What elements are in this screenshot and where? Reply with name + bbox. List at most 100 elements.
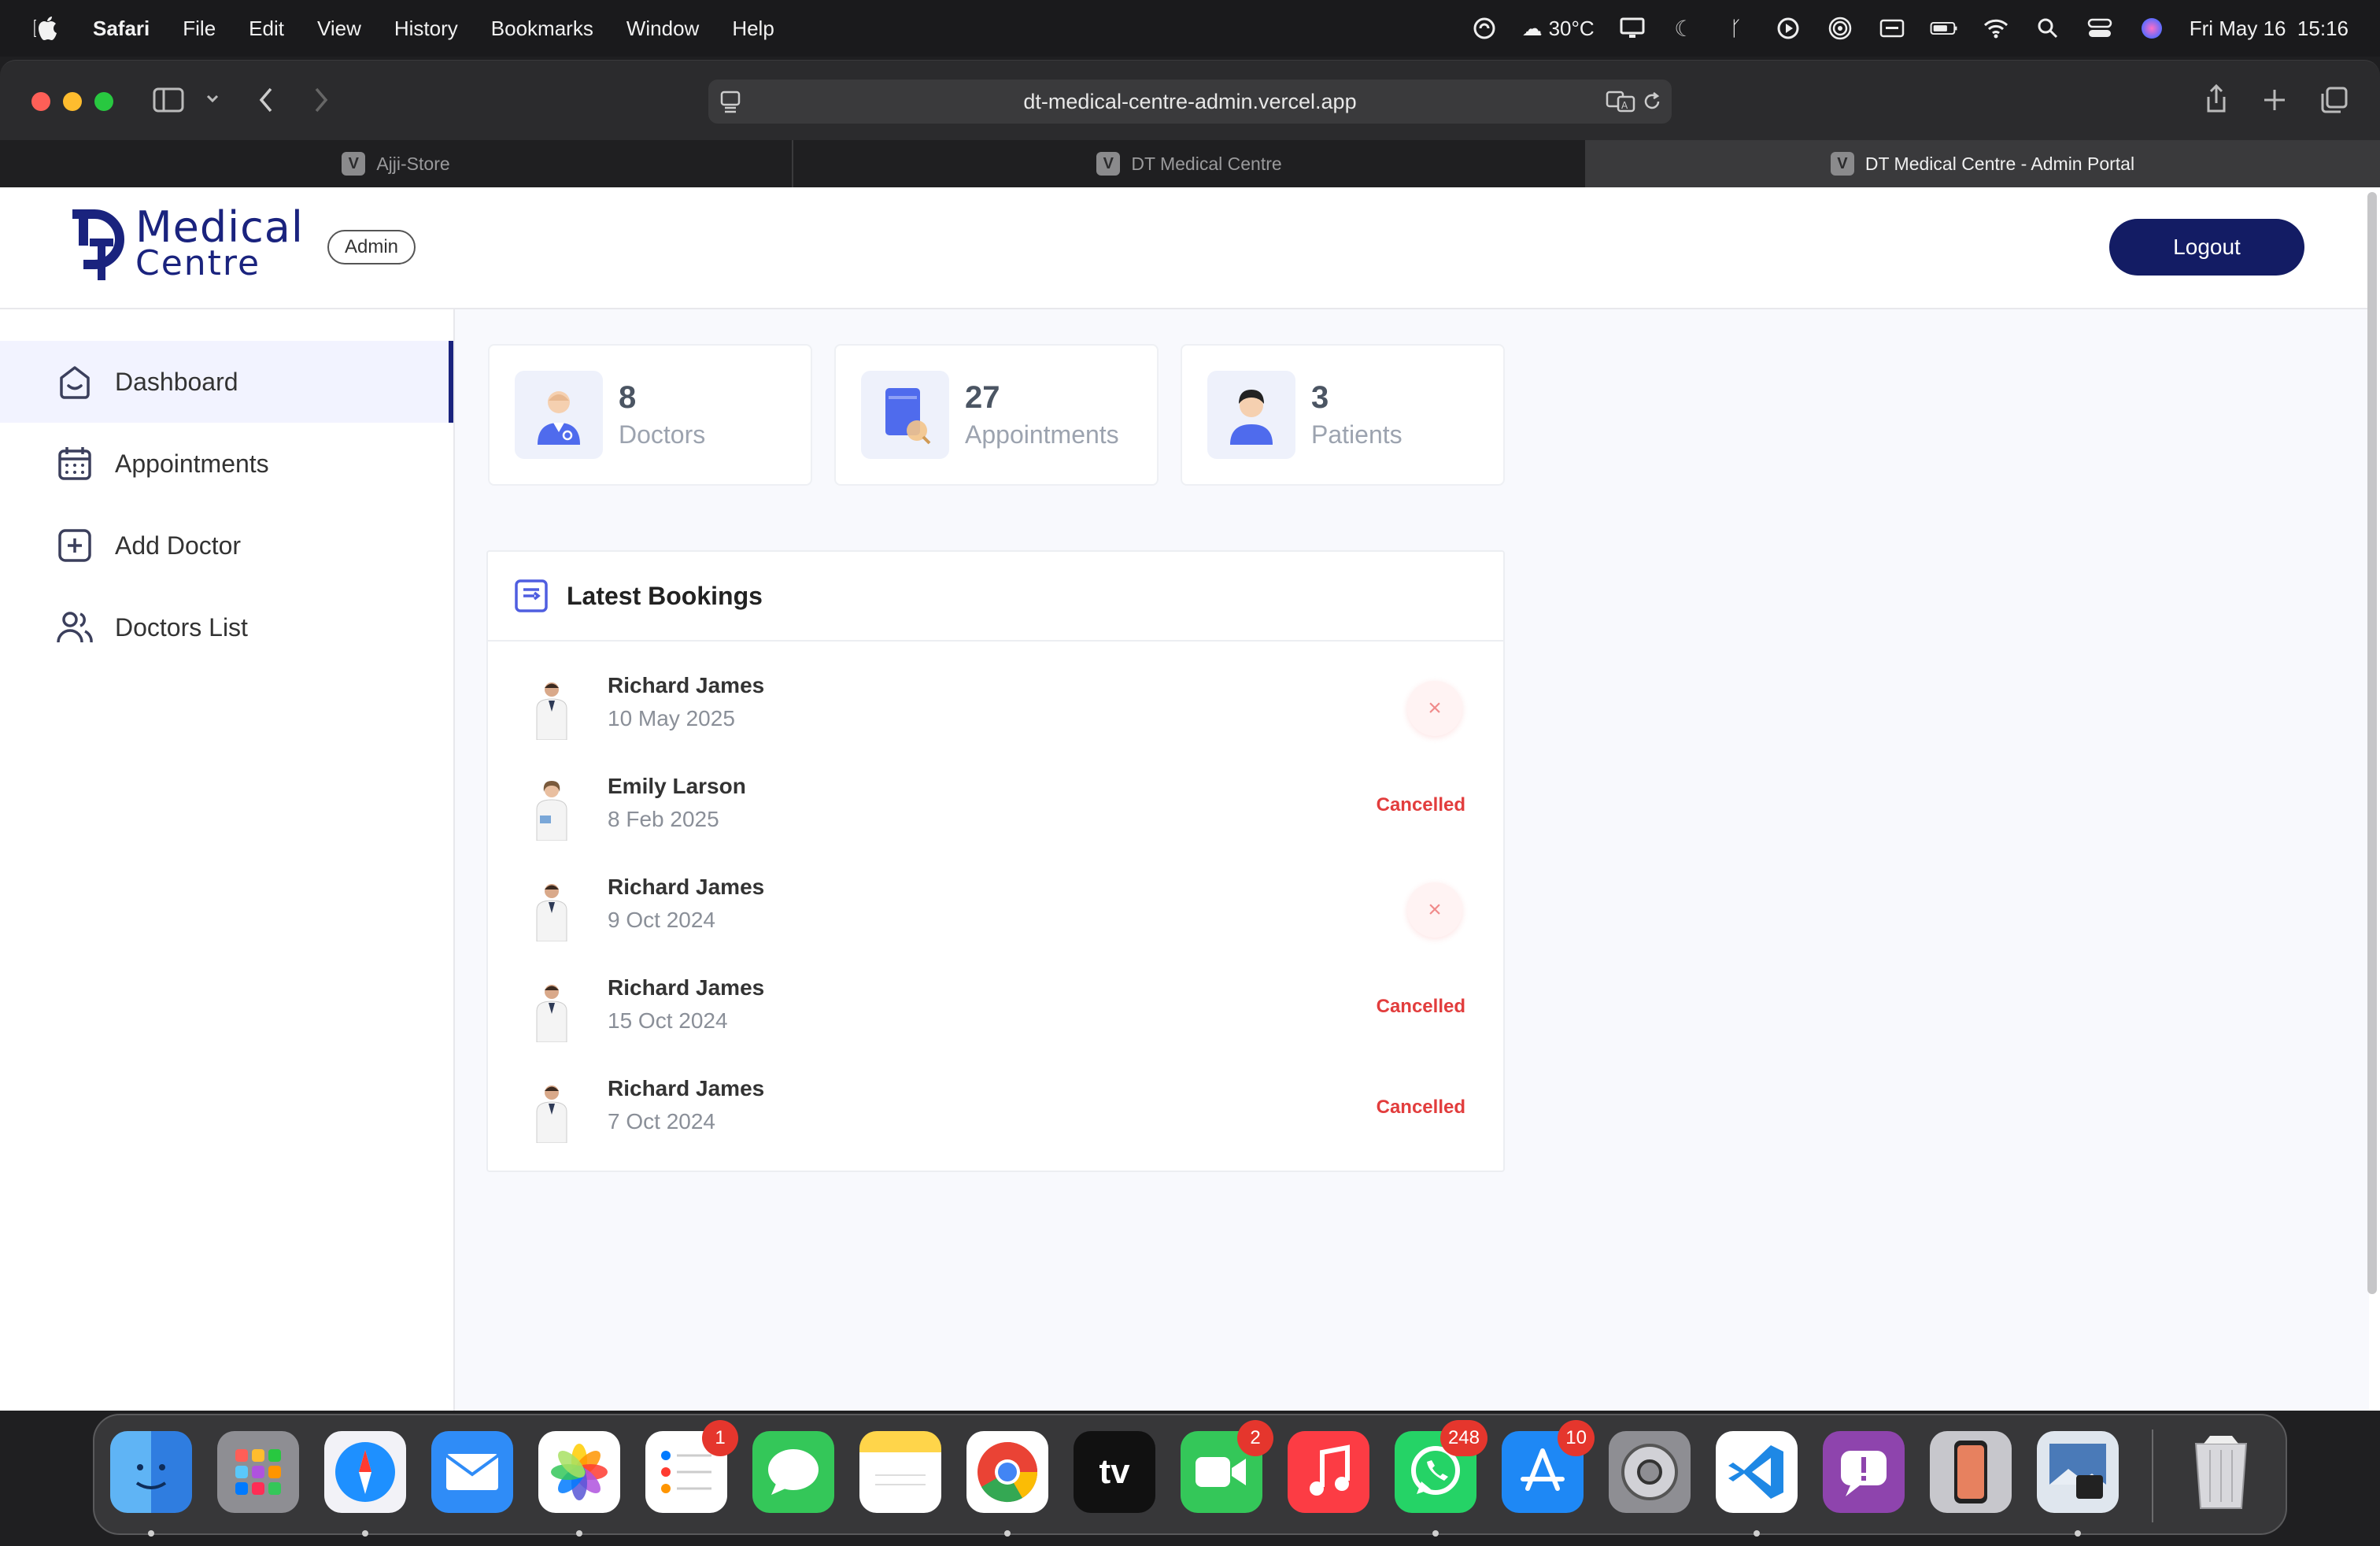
site-header: Medical Centre Admin Logout xyxy=(0,187,2369,309)
weather-widget[interactable]: ☁ 30°C xyxy=(1522,17,1595,41)
close-window-button[interactable] xyxy=(31,92,50,111)
control-center-icon[interactable] xyxy=(2086,14,2114,43)
stat-value: 27 xyxy=(965,380,1000,415)
facetime-badge: 2 xyxy=(1237,1420,1273,1456)
zoom-window-button[interactable] xyxy=(94,92,113,111)
stat-card-patients: 3 Patients xyxy=(1181,344,1505,486)
cancel-booking-button[interactable]: × xyxy=(1407,882,1462,938)
bluetooth-icon[interactable]: ᚴ xyxy=(1722,14,1750,43)
stat-value: 3 xyxy=(1311,380,1329,415)
music-icon[interactable] xyxy=(1288,1431,1369,1513)
booking-doctor-name: Richard James xyxy=(608,673,765,697)
latest-bookings-header: Latest Bookings xyxy=(488,552,1503,642)
menu-file[interactable]: File xyxy=(183,17,216,41)
safari-icon[interactable] xyxy=(324,1431,406,1513)
cancel-booking-button[interactable]: × xyxy=(1407,681,1462,736)
running-indicator xyxy=(1432,1530,1439,1537)
logout-button[interactable]: Logout xyxy=(2109,219,2304,276)
latest-bookings-title: Latest Bookings xyxy=(567,581,763,610)
svg-text:A: A xyxy=(1621,100,1628,111)
feedback-icon[interactable] xyxy=(1823,1431,1905,1513)
appointments-book-icon xyxy=(861,371,949,459)
menu-window[interactable]: Window xyxy=(626,17,699,41)
battery-icon[interactable] xyxy=(1930,14,1958,43)
back-arrow-icon[interactable] xyxy=(257,86,275,118)
booking-row: Emily Larson 8 Feb 2025 Cancelled xyxy=(488,758,1503,859)
whatsapp-icon[interactable]: 248 xyxy=(1395,1420,1488,1513)
doctor-avatar xyxy=(527,1078,576,1143)
mail-icon[interactable] xyxy=(431,1431,513,1513)
tab-label: Ajji-Store xyxy=(376,153,450,174)
display-icon[interactable] xyxy=(1618,14,1646,43)
menu-view[interactable]: View xyxy=(317,17,361,41)
page-scrollbar[interactable] xyxy=(2367,192,2377,1294)
dock: 1 tv 2 248 10 xyxy=(93,1414,2287,1537)
wifi-icon[interactable] xyxy=(1982,14,2010,43)
menu-help[interactable]: Help xyxy=(732,17,774,41)
preview-icon[interactable] xyxy=(2037,1431,2119,1513)
notes-icon[interactable] xyxy=(859,1431,941,1513)
reload-icon[interactable] xyxy=(1642,91,1662,118)
booking-row: Richard James 7 Oct 2024 Cancelled xyxy=(488,1060,1503,1161)
sidebar-item-add-doctor[interactable]: Add Doctor xyxy=(0,505,453,586)
messages-icon[interactable] xyxy=(752,1431,834,1513)
minimize-window-button[interactable] xyxy=(63,92,82,111)
booking-doctor-name: Emily Larson xyxy=(608,774,746,798)
stat-value: 8 xyxy=(619,380,637,415)
menu-clock[interactable]: Fri May 16 15:16 xyxy=(2190,17,2349,41)
system-settings-icon[interactable] xyxy=(1609,1431,1691,1513)
app-store-icon[interactable]: 10 xyxy=(1502,1420,1595,1513)
photos-icon[interactable] xyxy=(538,1431,620,1513)
moon-icon[interactable]: ☾ xyxy=(1670,14,1698,43)
play-icon[interactable] xyxy=(1774,14,1802,43)
airdrop-icon[interactable] xyxy=(1826,14,1854,43)
doctor-avatar xyxy=(527,978,576,1042)
chevron-down-icon[interactable] xyxy=(205,91,220,110)
vscode-icon[interactable] xyxy=(1716,1431,1798,1513)
siri-icon[interactable] xyxy=(2138,14,2166,43)
sidebar-item-label: Add Doctor xyxy=(115,531,242,560)
menu-history[interactable]: History xyxy=(394,17,458,41)
spotlight-search-icon[interactable] xyxy=(2034,14,2062,43)
running-indicator xyxy=(576,1530,582,1537)
site-favicon: V xyxy=(1830,152,1854,176)
site-logo[interactable]: Medical Centre xyxy=(66,206,304,285)
keyboard-icon[interactable] xyxy=(1878,14,1906,43)
sidebar-toggle-icon[interactable] xyxy=(153,87,184,117)
home-icon xyxy=(60,366,90,399)
weather-temp: 30°C xyxy=(1548,16,1595,40)
share-icon[interactable] xyxy=(2204,83,2229,118)
apple-logo-icon[interactable] xyxy=(36,15,60,42)
tab-label: DT Medical Centre - Admin Portal xyxy=(1864,153,2135,174)
translate-icon[interactable]: A xyxy=(1606,89,1635,120)
sidebar-item-doctors-list[interactable]: Doctors List xyxy=(0,586,453,668)
finder-icon[interactable] xyxy=(110,1431,192,1513)
reminders-icon[interactable]: 1 xyxy=(645,1420,738,1513)
site-favicon: V xyxy=(342,152,366,176)
chrome-icon[interactable] xyxy=(966,1431,1048,1513)
menu-bar:  Safari File Edit View History Bookmark… xyxy=(0,0,2380,57)
sidebar-item-dashboard[interactable]: Dashboard xyxy=(0,341,453,423)
sidebar-item-appointments[interactable]: Appointments xyxy=(0,423,453,505)
menu-app-name[interactable]: Safari xyxy=(93,17,150,41)
tab-overview-icon[interactable] xyxy=(2320,86,2349,118)
forward-arrow-icon[interactable] xyxy=(312,86,331,118)
address-bar[interactable]: dt-medical-centre-admin.vercel.app A xyxy=(708,80,1672,124)
whatsapp-badge: 248 xyxy=(1439,1420,1488,1456)
facetime-icon[interactable]: 2 xyxy=(1181,1420,1273,1513)
menu-edit[interactable]: Edit xyxy=(249,17,284,41)
menu-bookmarks[interactable]: Bookmarks xyxy=(491,17,593,41)
tab-dt-medical-centre[interactable]: V DT Medical Centre xyxy=(793,140,1587,187)
launchpad-icon[interactable] xyxy=(217,1431,299,1513)
new-tab-icon[interactable] xyxy=(2262,87,2287,117)
tab-admin-portal[interactable]: V DT Medical Centre - Admin Portal xyxy=(1587,140,2380,187)
iphone-mirroring-icon[interactable] xyxy=(1930,1431,2012,1513)
page-menu-icon[interactable] xyxy=(719,89,743,120)
focus-icon[interactable] xyxy=(1470,14,1499,43)
web-page: Medical Centre Admin Logout Dashboard Ap… xyxy=(0,187,2380,1411)
dashboard-main: 8 Doctors 27 Appointments 3 Patients Lat… xyxy=(455,309,2369,1411)
apple-tv-icon[interactable]: tv xyxy=(1074,1431,1155,1513)
trash-icon[interactable] xyxy=(2180,1431,2262,1513)
latest-bookings-panel: Latest Bookings Richard James 10 May 202… xyxy=(486,550,1505,1172)
tab-ajji-store[interactable]: V Ajji-Store xyxy=(0,140,793,187)
